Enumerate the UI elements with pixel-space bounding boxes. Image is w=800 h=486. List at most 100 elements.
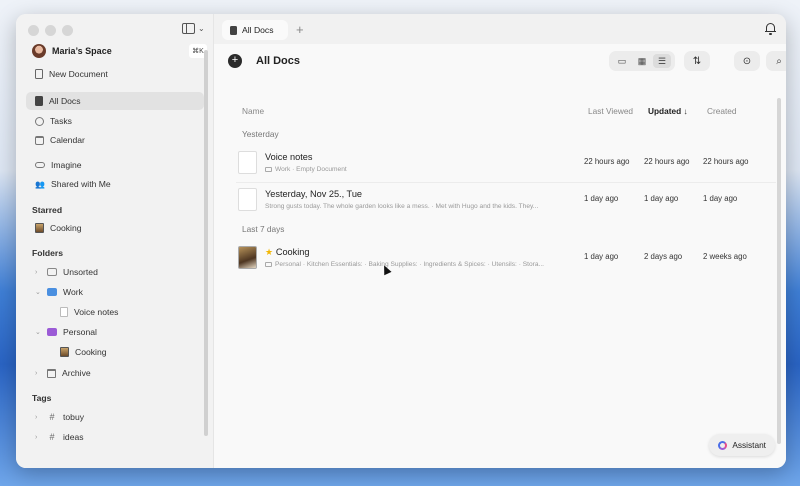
group-label-last-7-days: Last 7 days	[242, 224, 285, 234]
sidebar-item-label: Calendar	[50, 135, 85, 145]
cooking-thumbnail-icon	[35, 223, 44, 233]
sidebar-item-shared-with-me[interactable]: 👥 Shared with Me	[26, 175, 204, 193]
sidebar-scrollbar[interactable]	[204, 50, 208, 436]
chevron-right-icon[interactable]: ›	[35, 370, 41, 377]
more-options-button[interactable]: ⊙	[734, 51, 760, 71]
app-window: ⌄ Maria’s Space ⌘K New Document All Docs…	[16, 14, 786, 468]
folder-item-cooking[interactable]: Cooking	[26, 343, 204, 361]
star-icon[interactable]: ★	[265, 247, 273, 257]
table-row[interactable]: Yesterday, Nov 25., Tue Strong gusts tod…	[236, 185, 776, 219]
table-row[interactable]: ★ Cooking Personal · Kitchen Essentials:…	[236, 243, 776, 277]
sidebar-icon	[182, 23, 195, 34]
folder-label: Personal	[63, 327, 97, 337]
list-view-icon[interactable]: ☰	[653, 54, 671, 68]
people-icon: 👥	[35, 179, 45, 189]
sidebar: ⌄ Maria’s Space ⌘K New Document All Docs…	[16, 14, 214, 468]
assistant-button[interactable]: Assistant	[709, 434, 775, 456]
column-header-updated[interactable]: Updated ↓	[648, 106, 688, 116]
row-created: 1 day ago	[703, 194, 738, 203]
search-icon: ⌕	[776, 55, 782, 67]
document-thumbnail	[238, 188, 257, 211]
sort-arrows-icon: ⇅	[692, 55, 702, 67]
folder-icon	[265, 261, 272, 267]
tab-all-docs[interactable]: All Docs	[222, 20, 288, 40]
sidebar-item-new-document[interactable]: New Document	[26, 65, 204, 83]
sidebar-toggle-button[interactable]: ⌄	[182, 23, 205, 34]
cooking-thumbnail	[238, 246, 257, 269]
sidebar-item-imagine[interactable]: Imagine	[26, 156, 204, 174]
avatar	[32, 44, 46, 58]
view-mode-switcher: ▭ ▦ ☰	[609, 51, 675, 71]
tag-ideas[interactable]: › # ideas	[26, 428, 204, 446]
chevron-down-icon[interactable]: ⌄	[35, 288, 41, 296]
sidebar-item-label: New Document	[49, 69, 108, 79]
row-updated: 1 day ago	[644, 194, 679, 203]
row-updated: 2 days ago	[644, 252, 683, 261]
new-tab-button[interactable]: +	[296, 20, 304, 40]
tab-label: All Docs	[242, 25, 274, 35]
chevron-right-icon[interactable]: ›	[35, 269, 41, 276]
page-title: All Docs	[256, 55, 301, 67]
sidebar-item-calendar[interactable]: Calendar	[26, 131, 204, 149]
row-last-viewed: 1 day ago	[584, 252, 619, 261]
content-scrollbar[interactable]	[777, 98, 781, 444]
sidebar-item-label: Imagine	[51, 160, 82, 170]
folder-label: Archive	[62, 368, 91, 378]
hash-icon: #	[49, 432, 55, 442]
folder-archive[interactable]: › Archive	[26, 364, 204, 382]
sidebar-item-tasks[interactable]: Tasks	[26, 112, 204, 130]
sidebar-item-all-docs[interactable]: All Docs	[26, 92, 204, 110]
inbox-icon	[47, 268, 57, 276]
main-content: + All Docs ▭ ▦ ☰ ⇅ ⊙ ⌕ Name Last Viewed …	[214, 44, 786, 468]
folder-item-voice-notes[interactable]: Voice notes	[26, 303, 204, 321]
tab-bar: All Docs +	[214, 14, 786, 44]
minimize-window-button[interactable]	[45, 25, 56, 36]
column-header-name[interactable]: Name	[242, 106, 264, 116]
sort-button[interactable]: ⇅	[684, 51, 710, 71]
hash-icon: #	[49, 412, 55, 422]
document-icon	[35, 96, 43, 106]
group-label-yesterday: Yesterday	[242, 129, 279, 139]
folder-icon	[47, 328, 57, 336]
row-title: Yesterday, Nov 25., Tue	[265, 189, 363, 199]
board-view-icon[interactable]: ▭	[613, 54, 631, 68]
grid-view-icon[interactable]: ▦	[633, 54, 651, 68]
folder-work[interactable]: ⌄ Work	[26, 283, 204, 301]
assistant-label: Assistant	[732, 440, 766, 450]
tag-label: tobuy	[63, 412, 85, 422]
add-document-button[interactable]: +	[228, 54, 242, 68]
search-button[interactable]: ⌕	[766, 51, 786, 71]
folder-unsorted[interactable]: › Unsorted	[26, 263, 204, 281]
new-document-icon	[35, 69, 43, 79]
zoom-window-button[interactable]	[62, 25, 73, 36]
row-created: 2 weeks ago	[703, 252, 747, 261]
notifications-bell-icon[interactable]	[765, 22, 776, 35]
folder-personal[interactable]: ⌄ Personal	[26, 323, 204, 341]
tags-heading: Tags	[32, 393, 52, 403]
archive-icon	[47, 368, 56, 378]
sidebar-item-label: Tasks	[50, 116, 72, 126]
space-switcher[interactable]: Maria’s Space ⌘K	[32, 44, 207, 58]
document-icon	[60, 307, 68, 317]
tasks-icon	[35, 116, 44, 126]
column-header-created[interactable]: Created	[707, 106, 737, 116]
calendar-icon	[35, 135, 44, 145]
space-name: Maria’s Space	[52, 46, 112, 56]
chevron-right-icon[interactable]: ›	[35, 414, 41, 421]
sidebar-item-label: All Docs	[49, 96, 81, 106]
chevron-right-icon[interactable]: ›	[35, 434, 41, 441]
folder-icon	[265, 166, 272, 172]
row-last-viewed: 22 hours ago	[584, 157, 630, 166]
starred-item-cooking[interactable]: Cooking	[26, 219, 204, 237]
row-last-viewed: 1 day ago	[584, 194, 619, 203]
close-window-button[interactable]	[28, 25, 39, 36]
tag-tobuy[interactable]: › # tobuy	[26, 408, 204, 426]
chevron-down-icon[interactable]: ⌄	[35, 328, 41, 336]
cooking-thumbnail-icon	[60, 347, 69, 357]
table-row[interactable]: Voice notes Work · Empty Document 22 hou…	[236, 148, 776, 182]
window-controls	[28, 25, 73, 36]
folder-label: Cooking	[75, 347, 107, 357]
row-created: 22 hours ago	[703, 157, 749, 166]
row-meta: Work · Empty Document	[265, 166, 570, 173]
column-header-last-viewed[interactable]: Last Viewed	[588, 106, 633, 116]
